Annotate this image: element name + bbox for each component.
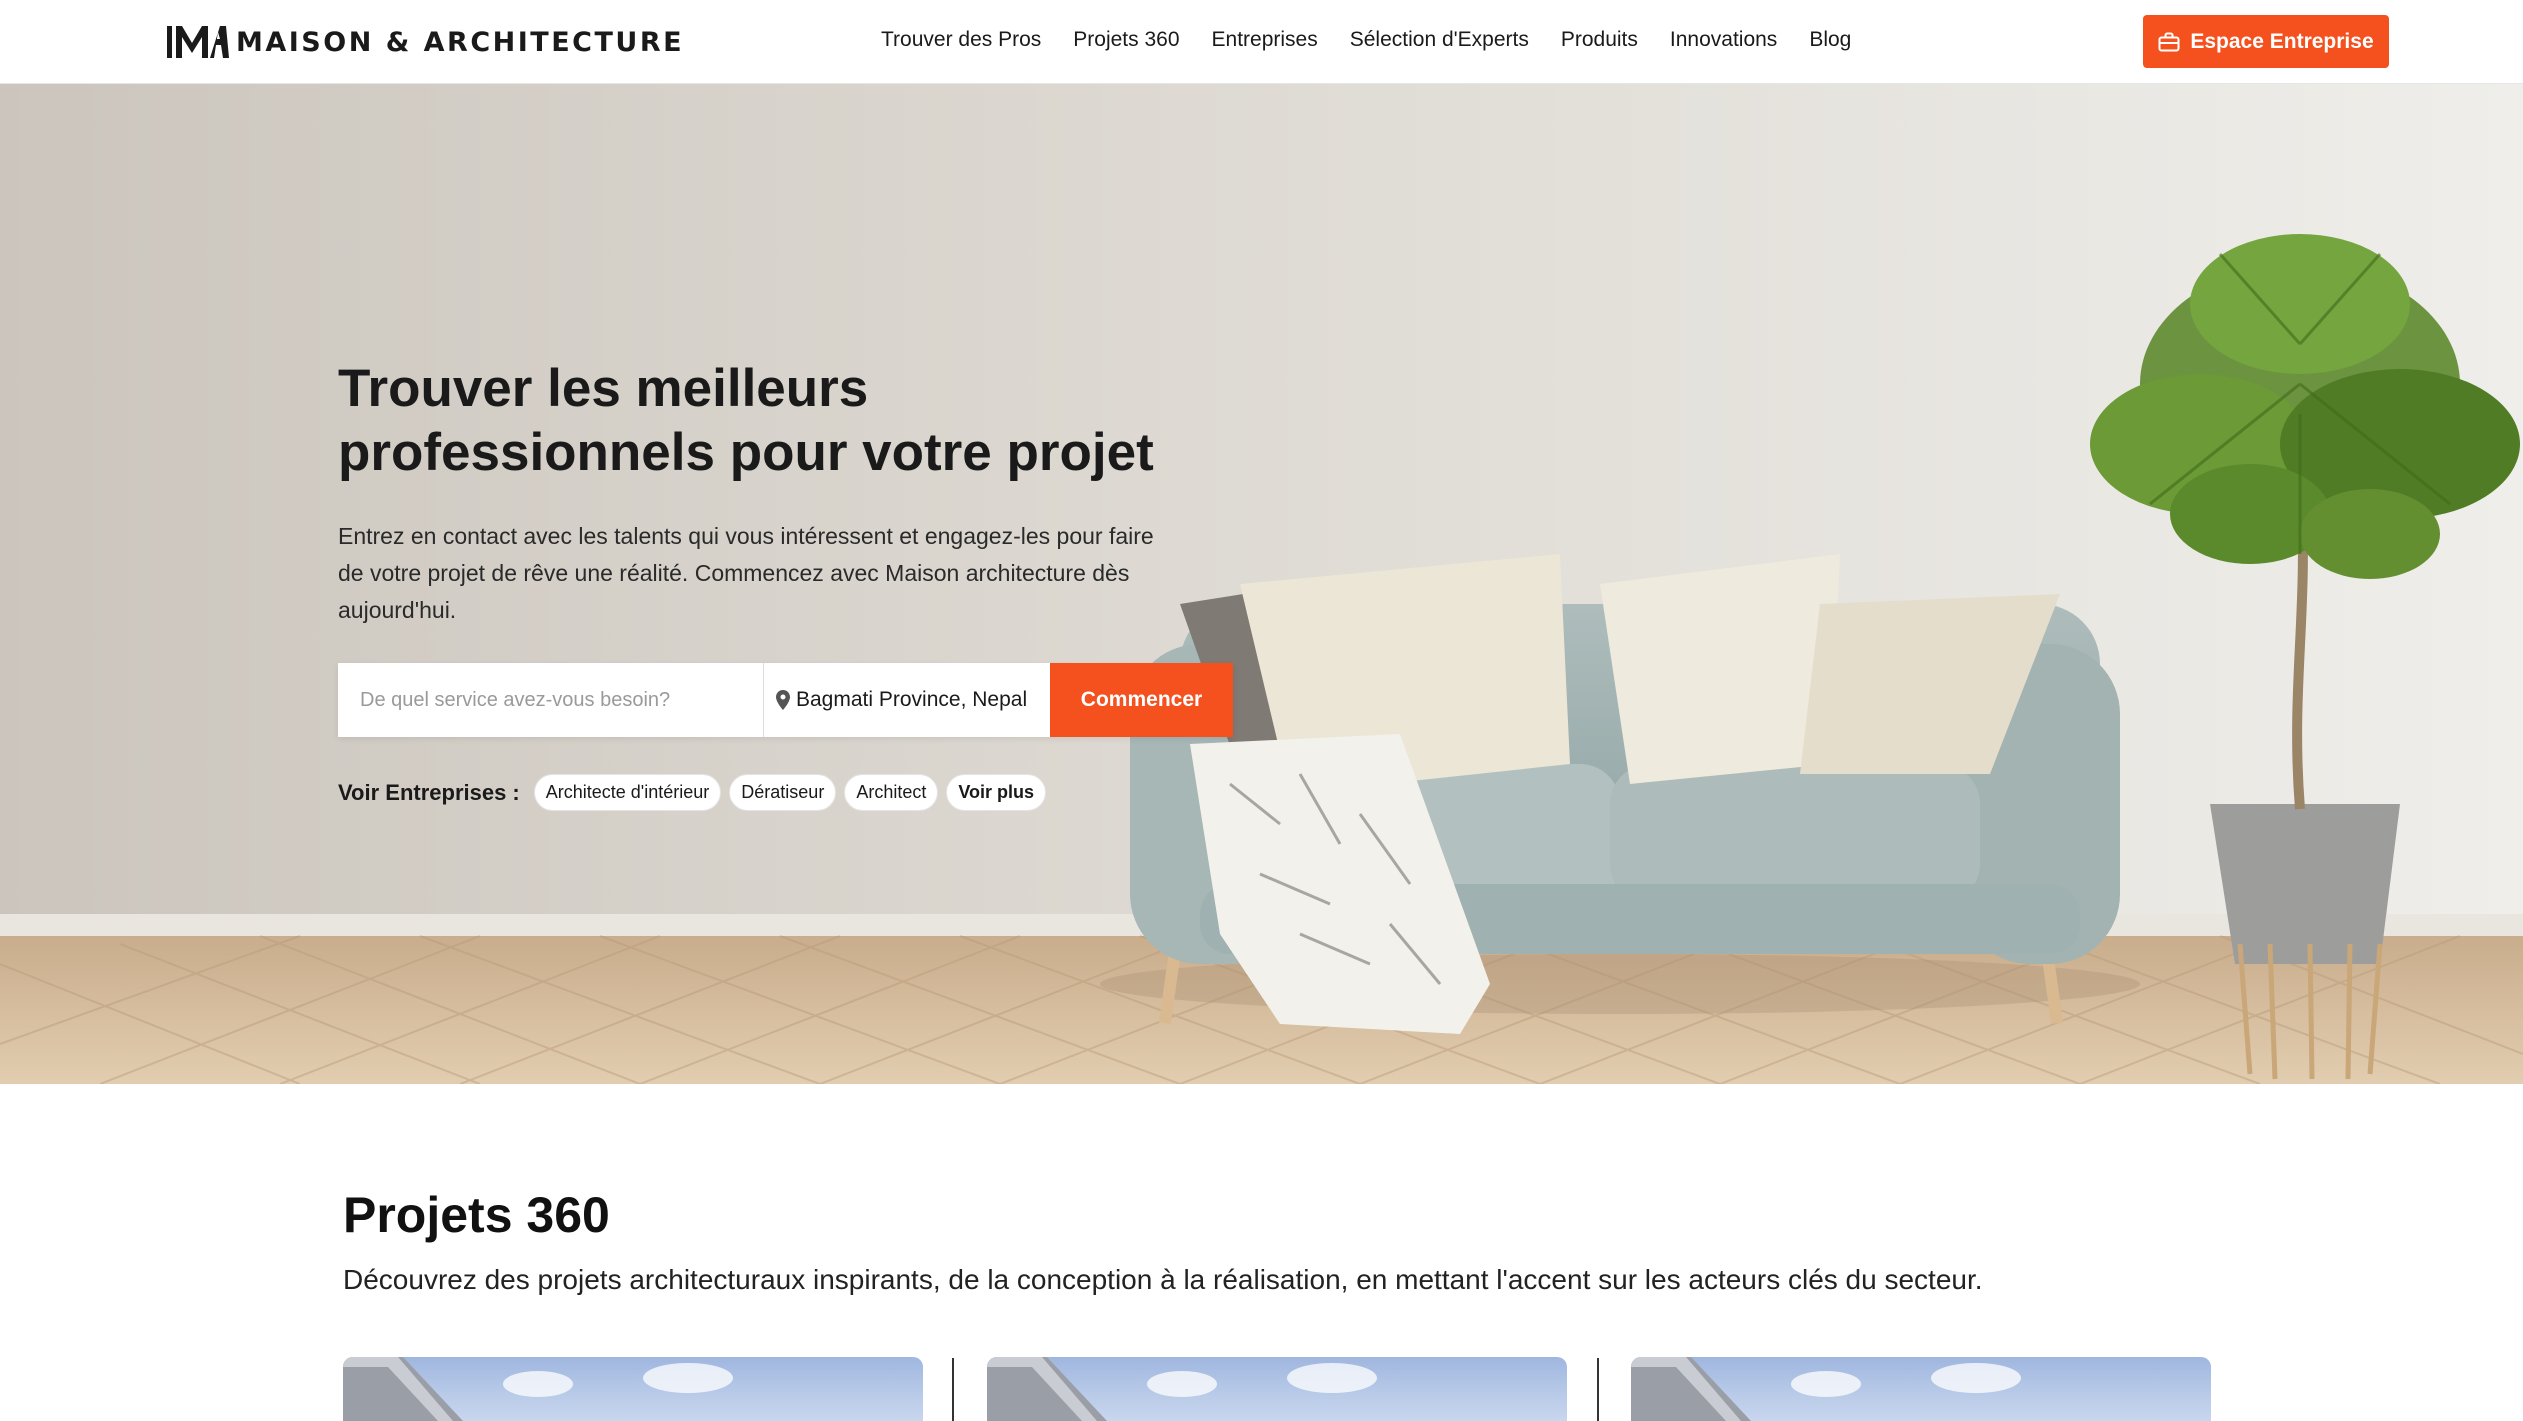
location-selector[interactable]: Bagmati Province, Nepal (764, 663, 1050, 737)
nav-entreprises[interactable]: Entreprises (1212, 28, 1318, 52)
project-card-image (987, 1357, 1107, 1421)
card-divider (1597, 1358, 1599, 1421)
hero-subtitle: Entrez en contact avec les talents qui v… (338, 523, 1154, 623)
chip-deratiseur[interactable]: Dératiseur (729, 774, 837, 811)
voir-entreprises-label: Voir Entreprises : (338, 779, 520, 805)
project-card[interactable] (343, 1357, 923, 1421)
project-cards (343, 1357, 2212, 1421)
nav-innovations[interactable]: Innovations (1670, 28, 1777, 52)
projects-title: Projets 360 (343, 1187, 610, 1243)
espace-entreprise-label: Espace Entreprise (2190, 29, 2374, 53)
project-card-image (343, 1357, 463, 1421)
voir-entreprises: Voir Entreprises : Architecte d'intérieu… (338, 774, 1047, 811)
project-card[interactable] (1631, 1357, 2211, 1421)
nav-selection-experts[interactable]: Sélection d'Experts (1350, 28, 1529, 52)
map-pin-icon (776, 690, 790, 710)
espace-entreprise-button[interactable]: Espace Entreprise (2143, 15, 2389, 68)
nav-trouver-des-pros[interactable]: Trouver des Pros (881, 28, 1041, 52)
search-bar: Bagmati Province, Nepal Commencer (338, 663, 1233, 737)
logo-mark-icon (167, 26, 229, 58)
nav-blog[interactable]: Blog (1809, 28, 1851, 52)
hero-section: Trouver les meilleurs professionnels pou… (0, 84, 2523, 1084)
briefcase-icon (2158, 32, 2180, 51)
nav-projets-360[interactable]: Projets 360 (1073, 28, 1179, 52)
service-search-input[interactable] (360, 688, 750, 712)
main-nav: Trouver des Pros Projets 360 Entreprises… (881, 28, 1851, 52)
chip-architecte-interieur[interactable]: Architecte d'intérieur (533, 774, 722, 811)
commencer-button[interactable]: Commencer (1050, 663, 1233, 737)
project-card[interactable] (987, 1357, 1567, 1421)
site-header: MAISON & ARCHITECTURE Trouver des Pros P… (0, 0, 2523, 84)
project-card-image (1631, 1357, 1751, 1421)
card-divider (952, 1358, 954, 1421)
chip-voir-plus[interactable]: Voir plus (946, 774, 1047, 811)
hero-title: Trouver les meilleurs professionnels pou… (338, 359, 1154, 482)
location-value: Bagmati Province, Nepal (796, 688, 1028, 711)
nav-produits[interactable]: Produits (1561, 28, 1638, 52)
logo-text: MAISON & ARCHITECTURE (236, 26, 685, 58)
projects-subtitle: Découvrez des projets architecturaux ins… (343, 1264, 1983, 1295)
service-search-field[interactable] (338, 663, 764, 737)
chip-architect[interactable]: Architect (844, 774, 939, 811)
logo[interactable]: MAISON & ARCHITECTURE (166, 22, 684, 62)
